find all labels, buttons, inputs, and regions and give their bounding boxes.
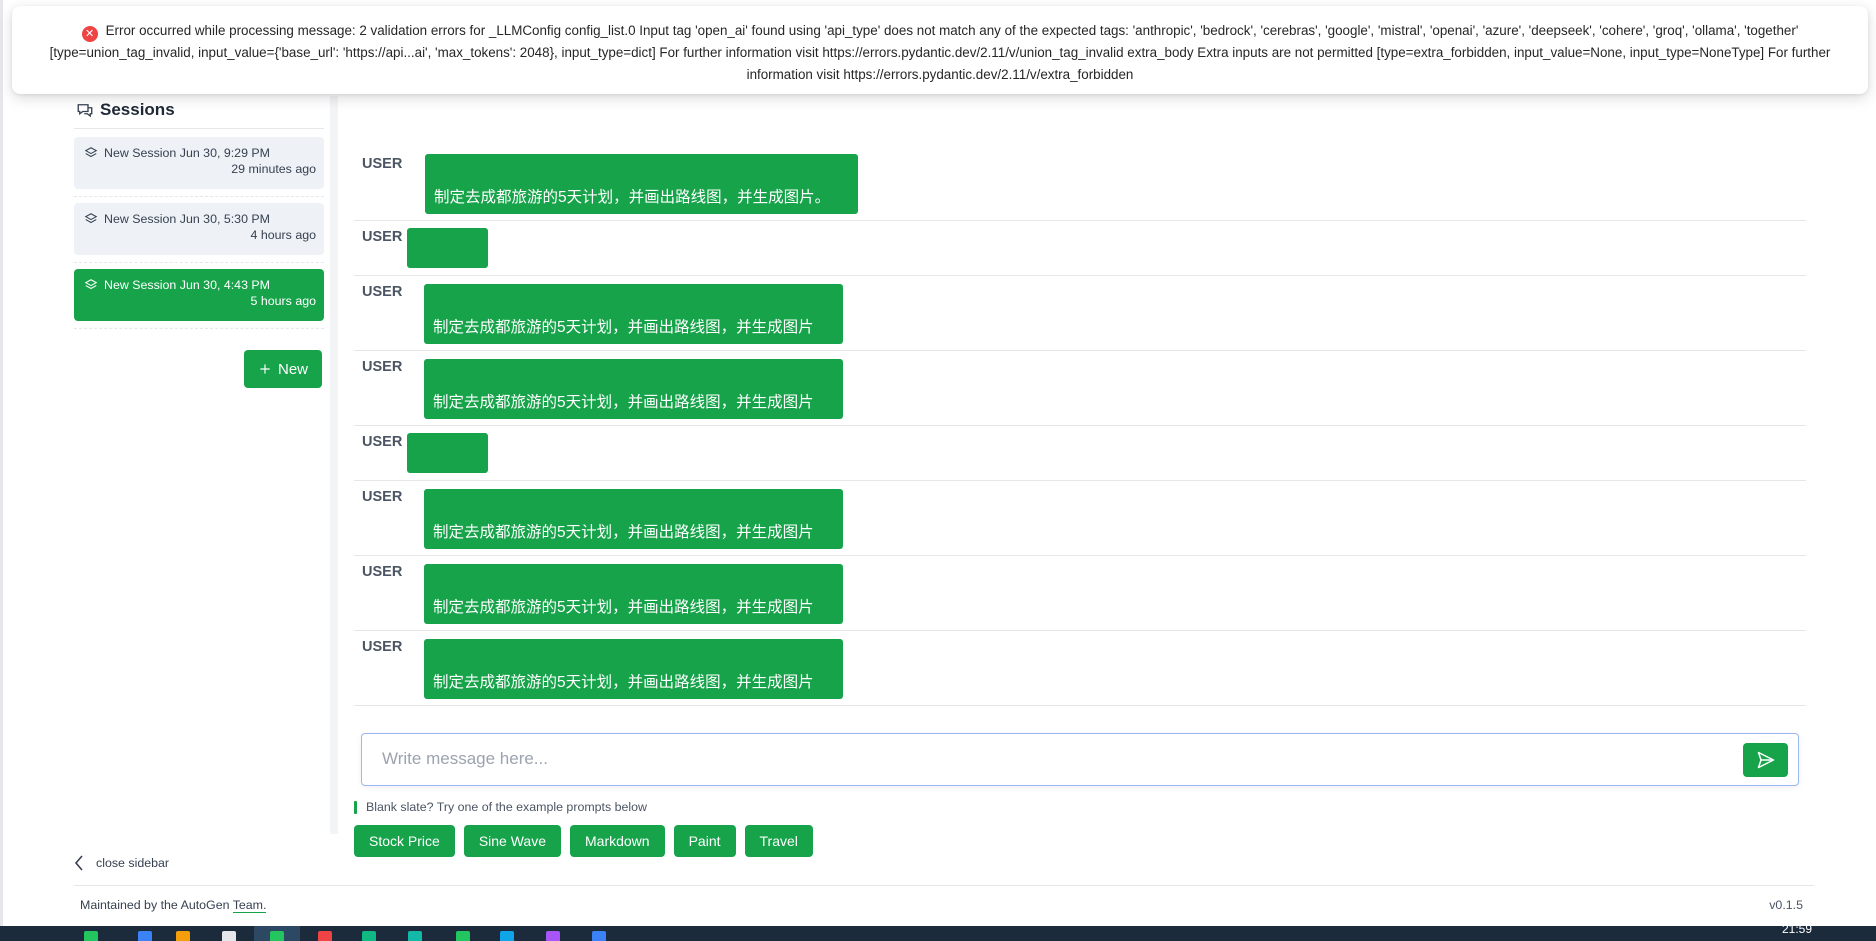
message-role: USER xyxy=(362,489,403,505)
sessions-title: Sessions xyxy=(100,100,175,119)
message-text: 制定去成都旅游的5天计划，并画出路线图，并生成图片 xyxy=(433,394,814,411)
message-text: 制定去成都旅游的5天计划，并画出路线图，并生成图片 xyxy=(433,524,814,541)
close-sidebar-label: close sidebar xyxy=(96,856,170,870)
message-role: USER xyxy=(362,284,403,300)
error-toast: ✕ Error occurred while processing message… xyxy=(12,6,1868,94)
plus-icon xyxy=(260,364,270,374)
taskbar-app-icon[interactable] xyxy=(456,931,470,941)
layers-icon xyxy=(84,147,98,158)
layers-icon xyxy=(84,279,98,290)
chat-bubbles-icon xyxy=(77,104,93,118)
message-text: 制定去成都旅游的5天计划，并画出路线图，并生成图片。 xyxy=(434,189,831,206)
message-role: USER xyxy=(362,229,403,245)
example-markdown-button[interactable]: Markdown xyxy=(570,825,665,857)
hint-accent-bar xyxy=(354,800,357,814)
message-text: 制定去成都旅游的5天计划，并画出路线图，并生成图片 xyxy=(433,319,814,336)
session-name: New Session Jun 30, 5:30 PM xyxy=(104,212,270,226)
new-session-label: New xyxy=(277,360,308,378)
message-bubble: 制定去成都旅游的5天计划，并画出路线图，并生成图片 xyxy=(424,359,843,419)
chat-message: USER 制定去成都旅游的5天计划，并画出路线图，并生成图片 xyxy=(354,556,1806,631)
taskbar-app-icon[interactable] xyxy=(500,931,514,941)
message-bubble: 制定去成都旅游的5天计划，并画出路线图，并生成图片。 xyxy=(425,154,858,214)
example-travel-button[interactable]: Travel xyxy=(744,825,813,857)
close-sidebar-button[interactable]: close sidebar xyxy=(74,855,169,871)
session-time: 5 hours ago xyxy=(250,294,316,308)
os-taskbar: 21:59 xyxy=(0,922,1876,941)
version-label: v0.1.5 xyxy=(1769,898,1803,912)
message-bubble: 制定去成都旅游的5天计划，并画出路线图，并生成图片 xyxy=(424,639,843,699)
footer-divider xyxy=(74,885,1814,886)
message-bubble xyxy=(407,433,488,473)
chat-message: USER 制定去成都旅游的5天计划，并画出路线图，并生成图片 xyxy=(354,276,1806,351)
send-button[interactable] xyxy=(1743,743,1788,777)
message-role: USER xyxy=(362,156,403,172)
taskbar-folder-icon[interactable] xyxy=(176,931,190,941)
sidebar-resize-handle[interactable] xyxy=(330,96,338,834)
send-icon xyxy=(1757,751,1774,769)
taskbar-browser-icon[interactable] xyxy=(270,931,284,941)
chat-message: USER xyxy=(354,426,1806,481)
session-time: 29 minutes ago xyxy=(231,162,316,176)
taskbar-app-icon[interactable] xyxy=(138,931,152,941)
error-circle-icon: ✕ xyxy=(81,26,98,42)
taskbar-clock[interactable]: 21:59 xyxy=(1782,922,1812,936)
example-sine-wave-button[interactable]: Sine Wave xyxy=(463,825,561,857)
team-link[interactable]: Team. xyxy=(232,898,267,913)
footer-maintained-text: Maintained by the AutoGen xyxy=(80,898,230,912)
example-prompts: Stock Price Sine Wave Markdown Paint Tra… xyxy=(354,825,813,857)
taskbar-app-icon[interactable] xyxy=(362,931,376,941)
taskbar-app-icon[interactable] xyxy=(546,931,560,941)
session-name: New Session Jun 30, 4:43 PM xyxy=(104,278,270,292)
session-time: 4 hours ago xyxy=(250,228,316,242)
chat-message: USER 制定去成都旅游的5天计划，并画出路线图，并生成图片。 xyxy=(354,148,1806,221)
sidebar: Sessions New Session Jun 30, 9:29 PM 29 … xyxy=(74,96,324,388)
chat-message: USER 制定去成都旅游的5天计划，并画出路线图，并生成图片 xyxy=(354,351,1806,426)
sessions-header: Sessions xyxy=(74,96,324,129)
taskbar-app-icon[interactable] xyxy=(592,931,606,941)
message-bubble xyxy=(407,228,488,268)
chat-message: USER 制定去成都旅游的5天计划，并画出路线图，并生成图片 xyxy=(354,631,1806,706)
message-text: 制定去成都旅游的5天计划，并画出路线图，并生成图片 xyxy=(433,599,814,616)
example-paint-button[interactable]: Paint xyxy=(673,825,736,857)
message-bubble: 制定去成都旅游的5天计划，并画出路线图，并生成图片 xyxy=(424,284,843,344)
layers-icon xyxy=(84,213,98,224)
example-prompts-hint: Blank slate? Try one of the example prom… xyxy=(354,800,647,814)
message-bubble: 制定去成都旅游的5天计划，并画出路线图，并生成图片 xyxy=(424,489,843,549)
footer-credits: Maintained by the AutoGen Team. xyxy=(80,898,267,913)
message-composer xyxy=(361,733,1799,786)
taskbar-app-icon[interactable] xyxy=(84,931,98,941)
chevron-left-icon xyxy=(74,855,83,871)
taskbar-app-icon[interactable] xyxy=(222,931,236,941)
message-role: USER xyxy=(362,639,403,655)
window-left-edge xyxy=(0,0,3,926)
message-bubble: 制定去成都旅游的5天计划，并画出路线图，并生成图片 xyxy=(424,564,843,624)
message-text: 制定去成都旅游的5天计划，并画出路线图，并生成图片 xyxy=(433,674,814,691)
hint-text: Blank slate? Try one of the example prom… xyxy=(366,800,648,814)
message-role: USER xyxy=(362,434,403,450)
new-session-button[interactable]: New xyxy=(244,350,322,388)
session-name: New Session Jun 30, 9:29 PM xyxy=(104,146,270,160)
taskbar-app-icon[interactable] xyxy=(318,931,332,941)
message-role: USER xyxy=(362,564,403,580)
message-input[interactable] xyxy=(382,744,1682,774)
example-stock-price-button[interactable]: Stock Price xyxy=(354,825,455,857)
session-item[interactable]: New Session Jun 30, 5:30 PM 4 hours ago xyxy=(74,203,324,263)
session-item-active[interactable]: New Session Jun 30, 4:43 PM 5 hours ago xyxy=(74,269,324,329)
chat-message: USER xyxy=(354,221,1806,276)
message-role: USER xyxy=(362,359,403,375)
taskbar-app-icon[interactable] xyxy=(408,931,422,941)
session-item[interactable]: New Session Jun 30, 9:29 PM 29 minutes a… xyxy=(74,137,324,197)
error-message: Error occurred while processing message:… xyxy=(49,23,1831,82)
chat-message: USER 制定去成都旅游的5天计划，并画出路线图，并生成图片 xyxy=(354,481,1806,556)
chat-history: USER 制定去成都旅游的5天计划，并画出路线图，并生成图片。 USER USE… xyxy=(354,148,1806,706)
